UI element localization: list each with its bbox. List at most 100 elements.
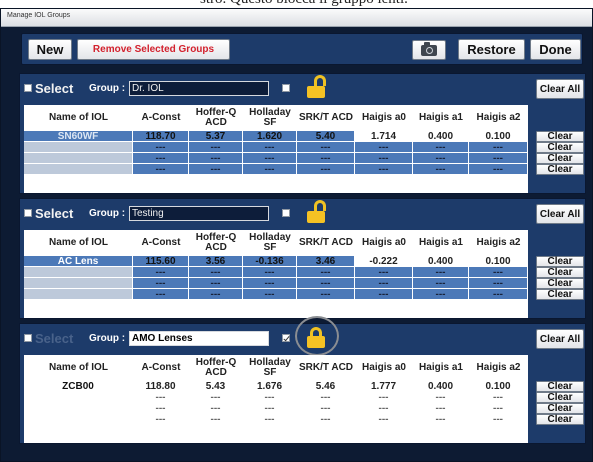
iol-value-cell[interactable]: --- [413,278,469,289]
iol-name-cell[interactable] [24,153,133,164]
iol-value-cell[interactable]: --- [297,392,355,403]
iol-value-cell[interactable]: --- [133,403,189,414]
select-group-checkbox[interactable] [24,334,32,342]
iol-name-cell[interactable] [24,414,133,425]
iol-value-cell[interactable]: --- [355,403,413,414]
lock-group-checkbox[interactable] [282,334,290,342]
iol-value-cell[interactable]: -0.222 [355,256,413,267]
clear-row-button[interactable]: Clear [536,131,584,142]
iol-value-cell[interactable]: 0.400 [413,131,469,142]
screenshot-button[interactable] [412,40,446,60]
iol-name-cell[interactable] [24,142,133,153]
iol-value-cell[interactable]: --- [243,403,297,414]
lock-group-checkbox[interactable] [282,209,290,217]
group-name-input[interactable] [129,206,269,221]
iol-value-cell[interactable]: --- [133,278,189,289]
iol-value-cell[interactable]: --- [243,289,297,300]
iol-value-cell[interactable]: --- [133,164,189,175]
iol-value-cell[interactable]: --- [413,153,469,164]
iol-name-cell[interactable]: SN60WF [24,131,133,142]
iol-value-cell[interactable]: --- [413,164,469,175]
iol-value-cell[interactable]: --- [297,278,355,289]
iol-value-cell[interactable]: --- [243,153,297,164]
iol-value-cell[interactable]: --- [189,142,243,153]
iol-value-cell[interactable]: --- [355,278,413,289]
clear-row-button[interactable]: Clear [536,392,584,403]
select-group-checkbox[interactable] [24,209,32,217]
iol-value-cell[interactable]: --- [133,414,189,425]
iol-name-cell[interactable] [24,164,133,175]
iol-value-cell[interactable]: --- [355,392,413,403]
iol-value-cell[interactable]: 0.400 [413,381,469,392]
iol-value-cell[interactable]: 5.46 [297,381,355,392]
clear-row-button[interactable]: Clear [536,278,584,289]
iol-value-cell[interactable]: --- [355,414,413,425]
iol-value-cell[interactable]: --- [133,153,189,164]
iol-value-cell[interactable]: --- [297,267,355,278]
iol-value-cell[interactable]: 115.60 [133,256,189,267]
group-name-input[interactable] [129,331,269,346]
iol-value-cell[interactable]: --- [355,153,413,164]
iol-value-cell[interactable]: --- [413,403,469,414]
iol-value-cell[interactable]: --- [133,289,189,300]
lock-open-icon[interactable] [307,75,326,98]
iol-value-cell[interactable]: --- [297,164,355,175]
clear-row-button[interactable]: Clear [536,153,584,164]
iol-value-cell[interactable]: --- [413,142,469,153]
iol-value-cell[interactable]: --- [297,153,355,164]
iol-value-cell[interactable]: -0.136 [243,256,297,267]
iol-value-cell[interactable]: 5.40 [297,131,355,142]
lock-group-checkbox[interactable] [282,84,290,92]
iol-value-cell[interactable]: 1.777 [355,381,413,392]
iol-value-cell[interactable]: --- [355,289,413,300]
clear-all-button[interactable]: Clear All [536,204,584,224]
iol-value-cell[interactable]: --- [413,267,469,278]
iol-value-cell[interactable]: --- [469,414,528,425]
iol-value-cell[interactable]: --- [469,289,528,300]
clear-row-button[interactable]: Clear [536,164,584,175]
clear-row-button[interactable]: Clear [536,142,584,153]
clear-row-button[interactable]: Clear [536,267,584,278]
iol-value-cell[interactable]: 1.620 [243,131,297,142]
iol-value-cell[interactable]: --- [243,267,297,278]
iol-value-cell[interactable]: --- [355,164,413,175]
clear-row-button[interactable]: Clear [536,289,584,300]
iol-value-cell[interactable]: 118.70 [133,131,189,142]
iol-value-cell[interactable]: --- [243,164,297,175]
iol-value-cell[interactable]: 3.56 [189,256,243,267]
iol-value-cell[interactable]: --- [413,392,469,403]
clear-row-button[interactable]: Clear [536,381,584,392]
iol-value-cell[interactable]: --- [413,289,469,300]
iol-value-cell[interactable]: --- [189,153,243,164]
iol-value-cell[interactable]: --- [243,142,297,153]
done-button[interactable]: Done [530,39,581,60]
iol-name-cell[interactable] [24,392,133,403]
iol-value-cell[interactable]: --- [297,289,355,300]
iol-name-cell[interactable] [24,403,133,414]
iol-value-cell[interactable]: --- [355,142,413,153]
iol-value-cell[interactable]: 118.80 [133,381,189,392]
iol-name-cell[interactable] [24,278,133,289]
iol-value-cell[interactable]: 3.46 [297,256,355,267]
iol-value-cell[interactable]: --- [297,414,355,425]
iol-name-cell[interactable]: AC Lens [24,256,133,267]
iol-value-cell[interactable]: --- [469,153,528,164]
iol-value-cell[interactable]: --- [243,392,297,403]
group-name-input[interactable] [129,81,269,96]
clear-row-button[interactable]: Clear [536,403,584,414]
iol-name-cell[interactable] [24,267,133,278]
iol-name-cell[interactable] [24,289,133,300]
iol-value-cell[interactable]: --- [189,289,243,300]
iol-value-cell[interactable]: --- [133,392,189,403]
iol-value-cell[interactable]: --- [189,164,243,175]
iol-value-cell[interactable]: --- [469,267,528,278]
iol-value-cell[interactable]: 0.400 [413,256,469,267]
iol-value-cell[interactable]: --- [133,142,189,153]
clear-row-button[interactable]: Clear [536,414,584,425]
iol-value-cell[interactable]: 0.100 [469,256,528,267]
iol-value-cell[interactable]: --- [189,392,243,403]
clear-all-button[interactable]: Clear All [536,329,584,349]
iol-value-cell[interactable]: --- [189,403,243,414]
iol-value-cell[interactable]: 1.676 [243,381,297,392]
iol-value-cell[interactable]: --- [469,392,528,403]
